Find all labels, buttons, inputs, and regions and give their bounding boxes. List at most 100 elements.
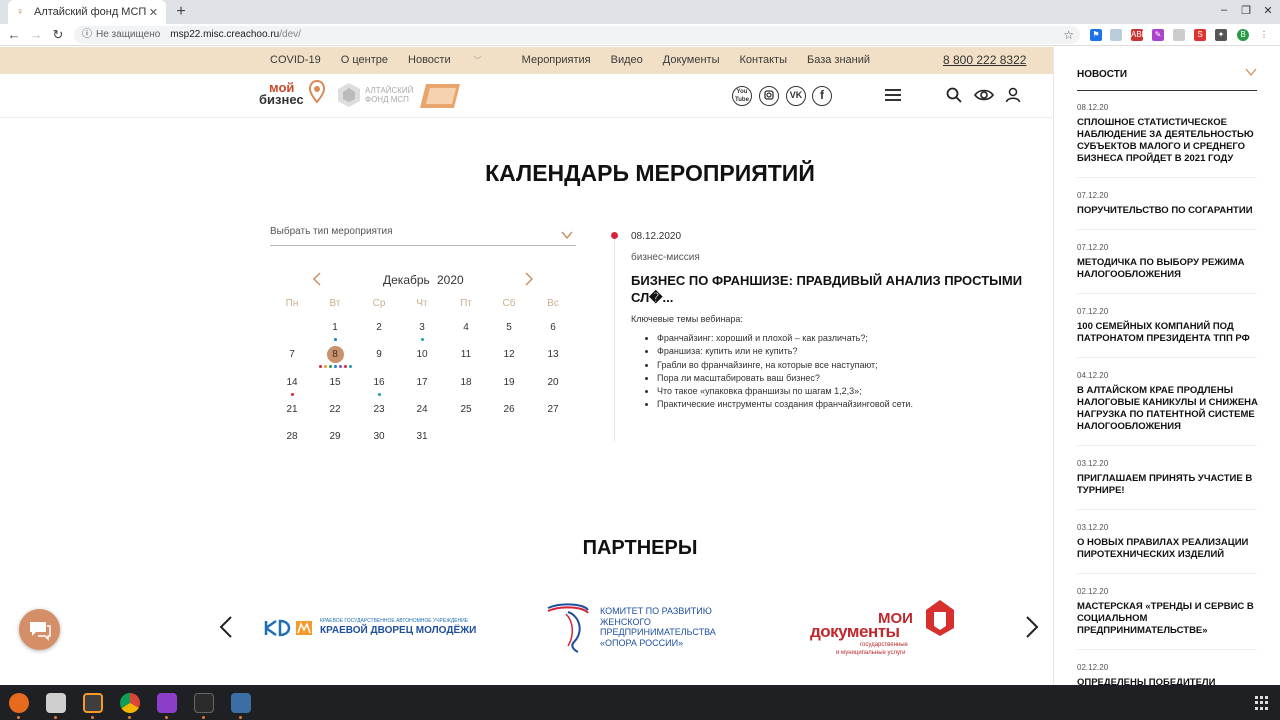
sublime-text-icon[interactable] (83, 693, 103, 713)
phpstorm-icon[interactable] (157, 693, 177, 713)
partner-logo-kdm[interactable]: КРАЕВОЕ ГОСУДАРСТВЕННОЕ АВТОНОМНОЕ УЧРЕЖ… (264, 617, 478, 639)
calendar-day[interactable]: 13 (538, 345, 568, 365)
calendar-day[interactable]: 29 (320, 427, 350, 447)
files-icon[interactable] (46, 693, 66, 713)
accessibility-eye-icon[interactable] (974, 87, 994, 103)
partners-next-icon[interactable] (1025, 616, 1039, 638)
terminal-icon[interactable] (194, 693, 214, 713)
calendar-day[interactable]: 30 (364, 427, 394, 447)
news-item[interactable]: 08.12.20 СПЛОШНОЕ СТАТИСТИЧЕСКОЕ НАБЛЮДЕН… (1077, 103, 1262, 178)
partner-logo-moi-dokumenty[interactable]: МОИ документы государственные и муниципа… (808, 598, 958, 660)
window-close-icon[interactable]: ✕ (1260, 4, 1276, 17)
calendar-day[interactable]: 14 (277, 373, 307, 393)
calendar-day[interactable]: 15 (320, 373, 350, 393)
app-grid-icon[interactable] (1255, 696, 1269, 710)
calendar-day[interactable]: 7 (277, 345, 307, 365)
firefox-icon[interactable] (9, 693, 29, 713)
menu-icon[interactable] (885, 89, 901, 104)
url-input[interactable]: ⓘ Не защищено msp22.misc.creachoo.ru/dev/ … (74, 26, 1080, 44)
news-item[interactable]: 03.12.20 О НОВЫХ ПРАВИЛАХ РЕАЛИЗАЦИИ ПИРО… (1077, 523, 1262, 574)
calendar-day[interactable]: 22 (320, 400, 350, 420)
calendar-day[interactable]: 6 (538, 318, 568, 338)
news-item[interactable]: 02.12.20 МАСТЕРСКАЯ «ТРЕНДЫ И СЕРВИС В СО… (1077, 587, 1262, 650)
calendar-day[interactable]: 11 (451, 345, 481, 365)
nav-covid[interactable]: COVID-19 (270, 47, 321, 74)
next-month-icon[interactable] (524, 272, 534, 286)
browser-tab[interactable]: ♀ Алтайский фонд МСП ✕ (8, 0, 166, 24)
extension-flag-icon[interactable]: ⚑ (1090, 29, 1102, 41)
app-icon[interactable] (231, 693, 251, 713)
altai-fond-logo[interactable]: АЛТАЙСКИЙ ФОНД МСП (336, 82, 413, 108)
calendar-day[interactable]: 24 (407, 400, 437, 420)
browser-menu-icon[interactable]: ⋮ (1258, 29, 1270, 41)
extensions-puzzle-icon[interactable]: ✦ (1215, 29, 1227, 41)
nav-contacts[interactable]: Контакты (739, 47, 787, 74)
partner-logo-opora[interactable]: КОМИТЕТ ПО РАЗВИТИЮ ЖЕНСКОГО ПРЕДПРИНИМА… (544, 602, 719, 654)
event-type-select[interactable]: Выбрать тип мероприятия (270, 224, 576, 246)
chat-button[interactable] (19, 609, 60, 650)
calendar-day[interactable]: 1 (320, 318, 350, 338)
news-item[interactable]: 04.12.20 В АЛТАЙСКОМ КРАЕ ПРОДЛЕНЫ НАЛОГО… (1077, 371, 1262, 446)
calendar-day[interactable]: 26 (494, 400, 524, 420)
calendar-day[interactable]: 21 (277, 400, 307, 420)
news-item[interactable]: 07.12.20 МЕТОДИЧКА ПО ВЫБОРУ РЕЖИМА НАЛОГ… (1077, 243, 1262, 294)
calendar-day[interactable]: 19 (494, 373, 524, 393)
prev-month-icon[interactable] (312, 272, 322, 286)
calendar-day[interactable]: 28 (277, 427, 307, 447)
forward-icon[interactable]: → (28, 27, 44, 43)
info-icon[interactable]: ⓘ (82, 29, 92, 40)
nav-news[interactable]: Новости ﹀ (408, 47, 502, 74)
nav-video[interactable]: Видео (611, 47, 643, 74)
minimize-icon[interactable]: – (1216, 4, 1232, 16)
calendar-day[interactable]: 4 (451, 318, 481, 338)
calendar-day[interactable]: 10 (407, 345, 437, 365)
extension-layers-icon[interactable] (1173, 29, 1185, 41)
calendar-day[interactable]: 17 (407, 373, 437, 393)
phone-link[interactable]: 8 800 222 8322 (943, 47, 1026, 74)
youtube-icon[interactable]: You Tube (732, 86, 752, 106)
chrome-icon[interactable] (120, 693, 140, 713)
calendar-day[interactable]: 12 (494, 345, 524, 365)
extension-s-icon[interactable]: S (1194, 29, 1206, 41)
extension-icon[interactable] (1110, 29, 1122, 41)
instagram-icon[interactable] (759, 86, 779, 106)
adblock-icon[interactable]: ABP (1131, 29, 1147, 41)
calendar-day[interactable]: 25 (451, 400, 481, 420)
back-icon[interactable]: ← (6, 27, 22, 43)
user-icon[interactable] (1005, 87, 1021, 103)
news-item[interactable]: 02.12.20 ОПРЕДЕЛЕНЫ ПОБЕДИТЕЛИ КОНКУРСА (1077, 663, 1262, 685)
calendar-day[interactable]: 27 (538, 400, 568, 420)
vk-icon[interactable]: VK (786, 86, 806, 106)
extension-pen-icon[interactable]: ✎ (1152, 29, 1164, 41)
calendar-day[interactable]: 5 (494, 318, 524, 338)
calendar-day[interactable]: 16 (364, 373, 394, 393)
bookmark-star-icon[interactable]: ☆ (1063, 26, 1074, 44)
moy-biznes-logo[interactable]: мой бизнес (259, 80, 325, 106)
news-item[interactable]: 07.12.20 100 СЕМЕЙНЫХ КОМПАНИЙ ПОД ПАТРОН… (1077, 307, 1262, 358)
calendar-day[interactable]: 3 (407, 318, 437, 338)
tab-close-icon[interactable]: ✕ (149, 6, 158, 19)
calendar-day[interactable]: 18 (451, 373, 481, 393)
nav-about[interactable]: О центре (341, 47, 388, 74)
profile-avatar[interactable]: B (1237, 29, 1249, 41)
reload-icon[interactable]: ↻ (50, 27, 66, 43)
facebook-icon[interactable]: f (812, 86, 832, 106)
calendar-day[interactable]: 2 (364, 318, 394, 338)
calendar-day[interactable]: 8 (320, 345, 350, 365)
nav-documents[interactable]: Документы (663, 47, 720, 74)
calendar-day[interactable]: 9 (364, 345, 394, 365)
news-item[interactable]: 03.12.20 ПРИГЛАШАЕМ ПРИНЯТЬ УЧАСТИЕ В ТУР… (1077, 459, 1262, 510)
calendar-day[interactable]: 31 (407, 427, 437, 447)
new-tab-button[interactable]: + (172, 2, 190, 22)
partners-prev-icon[interactable] (219, 616, 233, 638)
nav-events[interactable]: Мероприятия (522, 47, 591, 74)
news-item[interactable]: 07.12.20 ПОРУЧИТЕЛЬСТВО ПО СОГАРАНТИИ (1077, 191, 1262, 230)
calendar-day[interactable]: 20 (538, 373, 568, 393)
maximize-icon[interactable]: ❐ (1238, 4, 1254, 17)
news-header[interactable]: НОВОСТИ (1077, 68, 1257, 91)
search-icon[interactable] (946, 87, 962, 103)
event-title[interactable]: БИЗНЕС ПО ФРАНШИЗЕ: ПРАВДИВЫЙ АНАЛИЗ ПРО… (631, 272, 1031, 306)
nav-knowledge-base[interactable]: База знаний (807, 47, 870, 74)
national-project-logo-icon[interactable] (420, 82, 462, 110)
calendar-day[interactable]: 23 (364, 400, 394, 420)
